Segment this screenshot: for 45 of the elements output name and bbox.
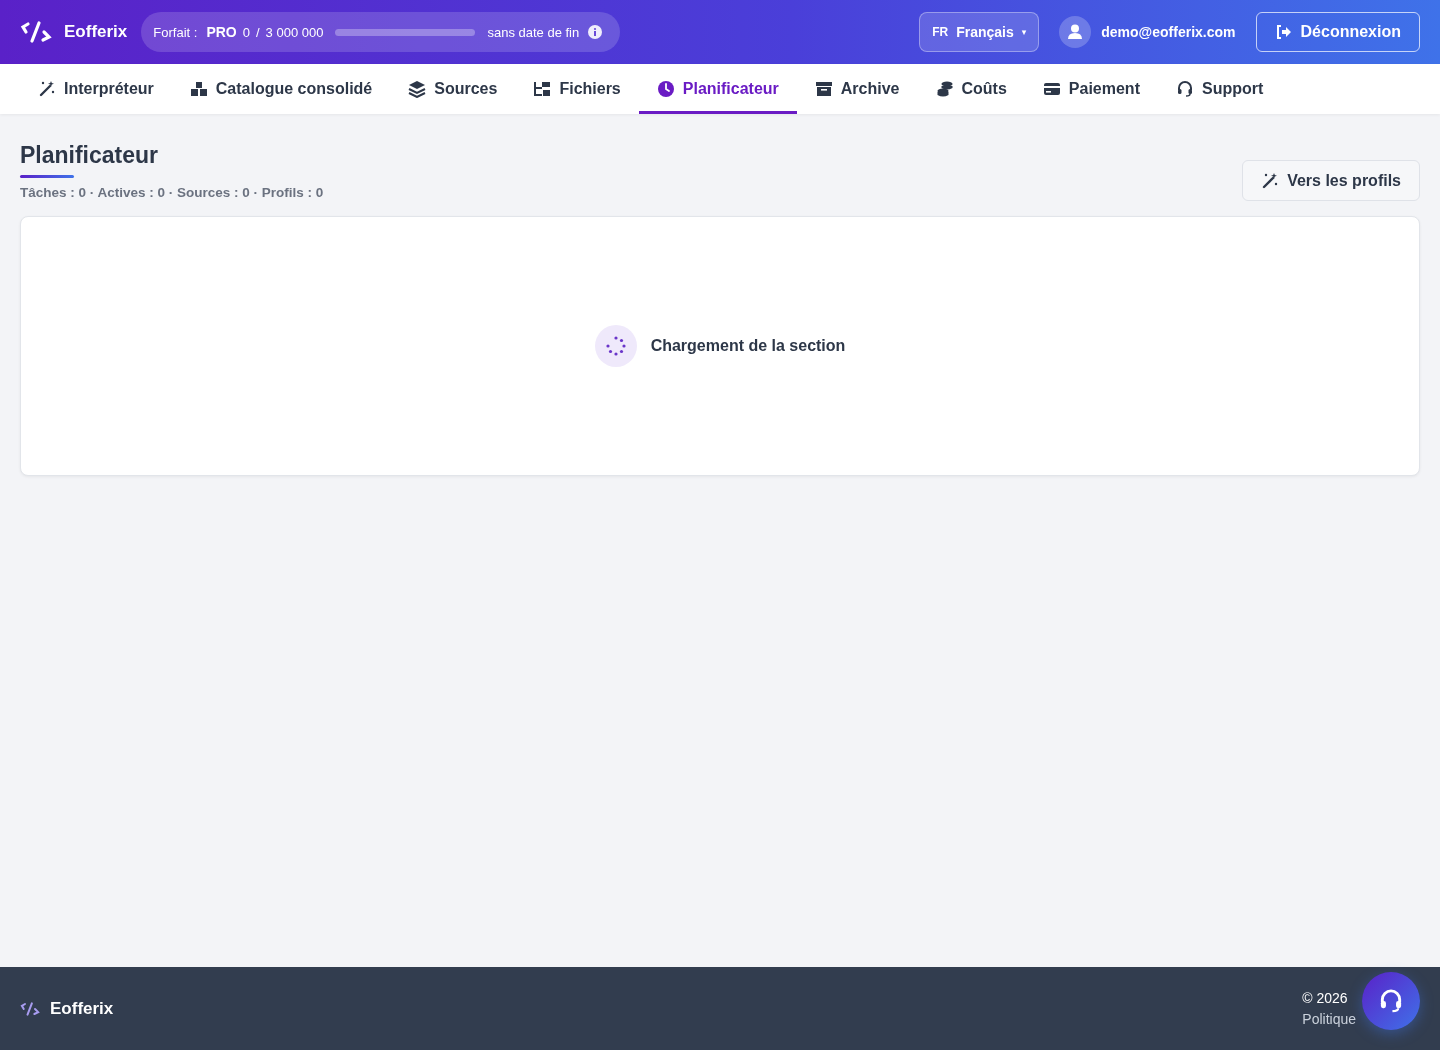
nav-tab[interactable]: Support bbox=[1157, 64, 1282, 114]
logout-button[interactable]: Déconnexion bbox=[1255, 12, 1420, 52]
page-title: Planificateur bbox=[20, 142, 160, 169]
nav-tab[interactable]: Catalogue consolidé bbox=[171, 64, 391, 114]
language-select[interactable]: FR Français ▾ bbox=[919, 12, 1040, 52]
user-avatar-icon[interactable] bbox=[1059, 16, 1092, 48]
logo-icon bbox=[20, 1000, 40, 1017]
boxes-icon bbox=[189, 80, 208, 98]
profiles-button[interactable]: Vers les profils bbox=[1242, 160, 1420, 201]
plan-label: Forfait : bbox=[153, 24, 198, 40]
nav-tab[interactable]: Paiement bbox=[1024, 64, 1158, 114]
nav-tab[interactable]: Coûts bbox=[917, 64, 1025, 114]
nav-tab[interactable]: Fichiers bbox=[515, 64, 639, 114]
nav-tab[interactable]: Sources bbox=[390, 64, 516, 114]
brand-name: Eofferix bbox=[64, 22, 128, 42]
usage-count: 0 bbox=[242, 24, 250, 40]
nav-tab[interactable]: Interpréteur bbox=[20, 64, 172, 114]
usage-separator: / bbox=[255, 24, 260, 40]
nav-tab[interactable]: Planificateur bbox=[638, 64, 797, 114]
clock-icon bbox=[656, 80, 675, 98]
folder-tree-icon bbox=[533, 80, 552, 98]
layers-icon bbox=[408, 80, 427, 98]
spinner-icon bbox=[594, 325, 637, 367]
logo-icon bbox=[20, 20, 52, 44]
info-icon[interactable] bbox=[588, 25, 603, 39]
coins-icon bbox=[935, 80, 954, 98]
headset-icon bbox=[1175, 80, 1194, 98]
footer-brand: Eofferix bbox=[50, 998, 114, 1019]
plan-name: PRO bbox=[206, 24, 237, 40]
user-email: demo@eofferix.com bbox=[1101, 24, 1236, 40]
magic-wand-icon bbox=[1261, 171, 1280, 190]
copyright-text: © 2026 bbox=[1302, 989, 1349, 1006]
usage-quota: 3 000 000 bbox=[265, 24, 324, 40]
logout-icon bbox=[1274, 24, 1293, 40]
archive-box-icon bbox=[814, 80, 833, 98]
plan-expiry: sans date de fin bbox=[487, 24, 580, 40]
magic-wand-icon bbox=[38, 80, 56, 98]
headset-icon bbox=[1378, 988, 1404, 1014]
credit-card-icon bbox=[1042, 80, 1061, 98]
footer-link[interactable]: Politique bbox=[1302, 1010, 1356, 1027]
support-chat-button[interactable] bbox=[1362, 972, 1420, 1030]
nav-tab[interactable]: Archive bbox=[796, 64, 918, 114]
loading-message: Chargement de la section bbox=[650, 337, 846, 355]
stats-summary: Tâches : 0 · Actives : 0 · Sources : 0 · Profils : 0 bbox=[20, 185, 324, 200]
title-underline bbox=[20, 175, 74, 178]
